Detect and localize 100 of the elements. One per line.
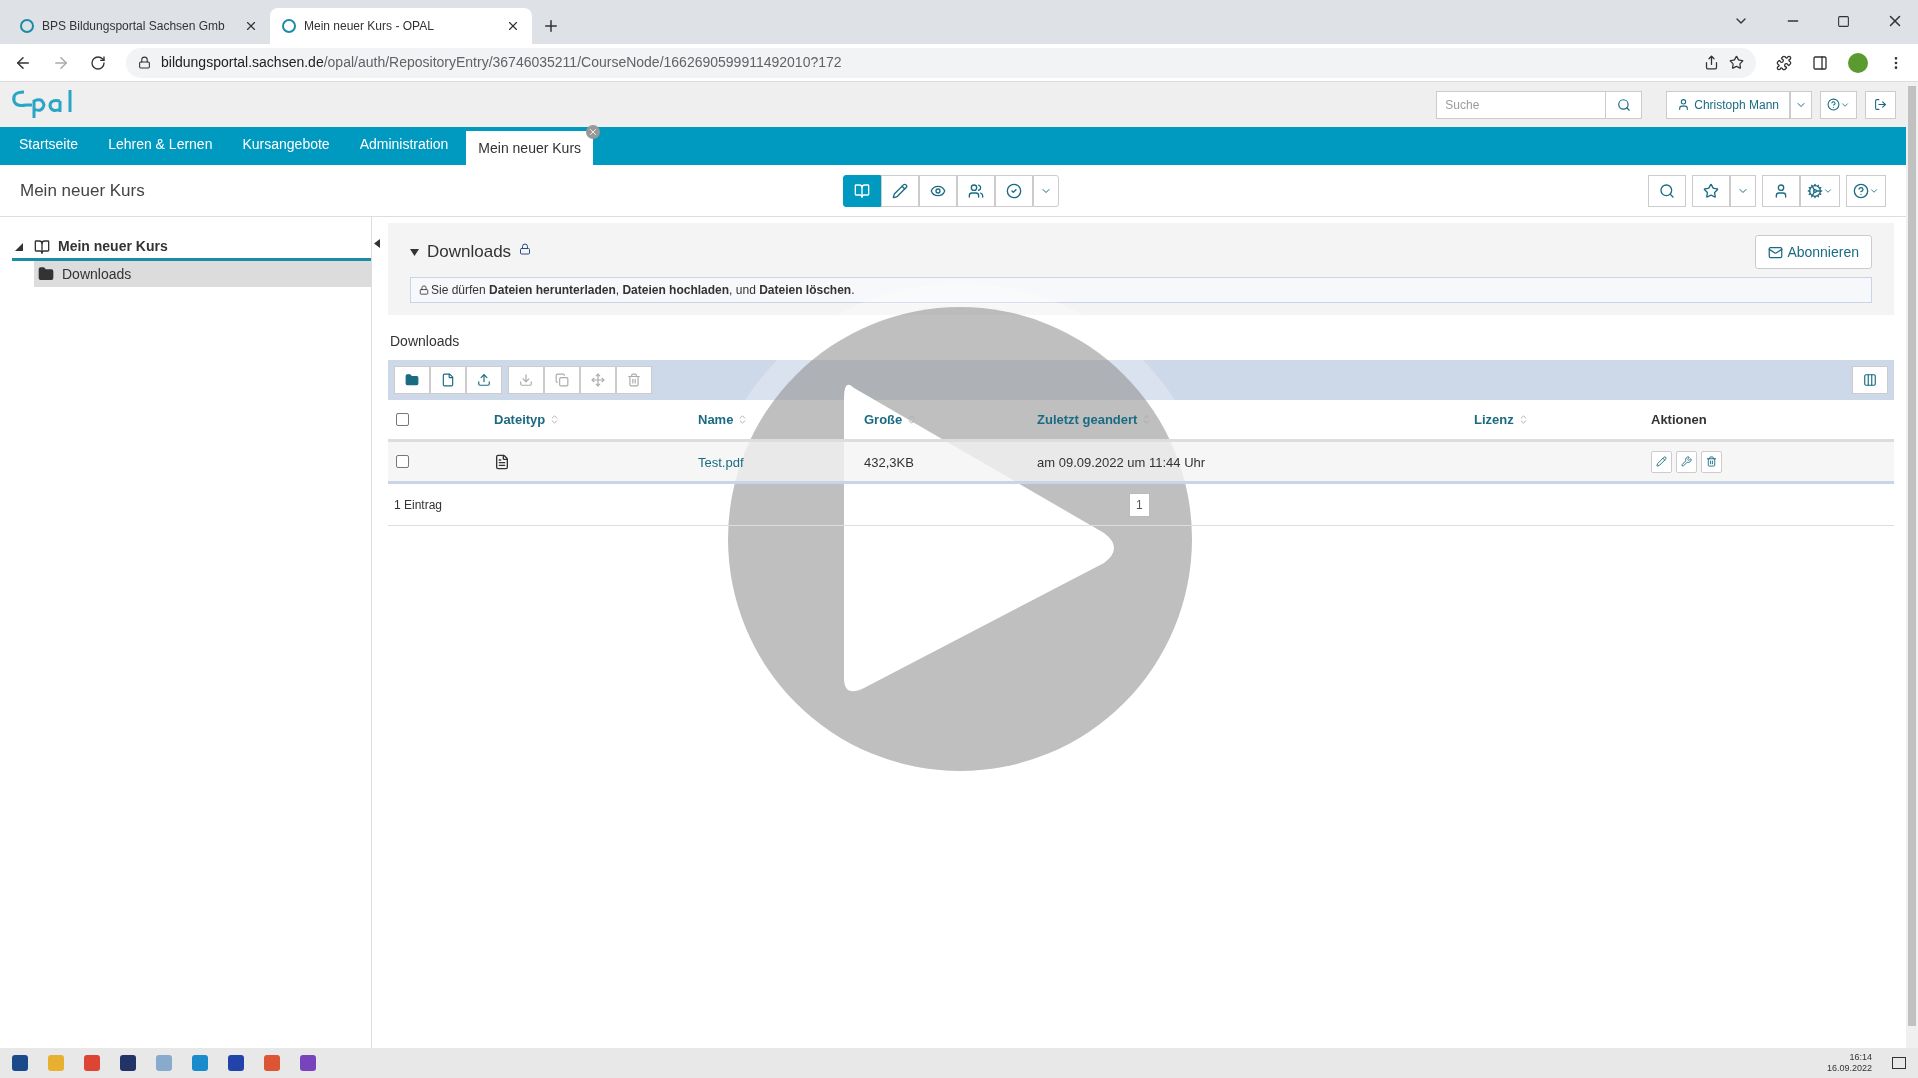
- site-icon: [20, 19, 34, 33]
- check-circle-icon: [1006, 182, 1022, 199]
- tab-title: BPS Bildungsportal Sachsen Gmb: [42, 18, 226, 35]
- mail-icon: [1768, 244, 1784, 260]
- preview-button[interactable]: [919, 174, 957, 207]
- entry-count: 1 Eintrag: [394, 496, 444, 514]
- upload-button[interactable]: [466, 366, 502, 394]
- permission-text: Sie dürfen Dateien herunterladen, Dateien hochladen, und Dateien löschen.: [431, 282, 855, 299]
- new-file-button[interactable]: [430, 366, 466, 394]
- file-size: 432,3KB: [864, 454, 914, 470]
- column-header[interactable]: Name: [698, 409, 734, 430]
- taskbar-app-icon[interactable]: [228, 1055, 244, 1071]
- settings-icon: [1807, 182, 1823, 199]
- section-title: Downloads: [390, 332, 460, 351]
- nav-tab[interactable]: Administration: [347, 127, 461, 161]
- search-button[interactable]: [1606, 90, 1643, 119]
- nav-tab[interactable]: Kursangebote: [230, 127, 342, 161]
- close-icon[interactable]: [506, 19, 520, 33]
- tree-item[interactable]: Mein neuer Kurs: [58, 236, 168, 257]
- site-icon: [282, 19, 296, 33]
- edit-button[interactable]: [881, 174, 919, 207]
- notifications-icon[interactable]: [1892, 1057, 1906, 1069]
- users-icon: [968, 182, 984, 199]
- lock-icon: [519, 243, 532, 255]
- modified-date: am 09.09.2022 um 11:44 Uhr: [1037, 454, 1206, 470]
- browser-tab[interactable]: Mein neuer Kurs - OPAL: [270, 8, 532, 44]
- user-menu-button[interactable]: Christoph Mann: [1666, 90, 1790, 119]
- column-header[interactable]: Zuletzt geandert: [1037, 409, 1138, 430]
- star-icon[interactable]: [1729, 55, 1744, 70]
- new-tab-icon[interactable]: [542, 17, 560, 35]
- edit-button[interactable]: [1651, 450, 1672, 473]
- address-field[interactable]: bildungsportal.sachsen.de/opal/auth/RepositoryEntry/36746035211/CourseNode/1662690599911492010?172: [126, 47, 1756, 78]
- nav-tab[interactable]: Mein neuer Kurs: [466, 131, 594, 165]
- folder-icon: [38, 266, 54, 282]
- column-header[interactable]: Dateityp: [494, 409, 546, 430]
- book-icon: [854, 182, 870, 199]
- browser-tab[interactable]: BPS Bildungsportal Sachsen Gmb: [8, 8, 270, 44]
- pencil-icon: [892, 182, 908, 199]
- copy-icon: [555, 373, 569, 387]
- column-header[interactable]: Große: [864, 409, 903, 430]
- node-title: Downloads: [427, 241, 512, 264]
- taskbar-app-icon[interactable]: [12, 1055, 28, 1071]
- help-icon: [1827, 98, 1840, 111]
- user-icon: [1773, 182, 1789, 199]
- user-icon: [1677, 98, 1691, 111]
- search-button[interactable]: [1648, 174, 1686, 207]
- assessment-button[interactable]: [995, 174, 1033, 207]
- new-folder-button[interactable]: [394, 366, 430, 394]
- collapse-handle-icon[interactable]: [374, 239, 380, 248]
- column-header: Aktionen: [1651, 410, 1707, 429]
- trash-icon: [1706, 456, 1717, 467]
- columns-icon: [1863, 373, 1877, 387]
- settings-button[interactable]: [1800, 174, 1840, 207]
- move-icon: [591, 373, 605, 387]
- members-button[interactable]: [957, 174, 995, 207]
- help-button[interactable]: [1820, 90, 1857, 119]
- maximize-icon[interactable]: [1837, 14, 1850, 28]
- clock-time: 16:14: [1849, 1052, 1872, 1063]
- select-all-checkbox[interactable]: [396, 413, 409, 426]
- close-tab-icon[interactable]: [586, 125, 601, 139]
- wrench-icon: [1681, 456, 1692, 467]
- taskbar-app-icon[interactable]: [120, 1055, 136, 1071]
- expand-toggle-icon[interactable]: [15, 242, 23, 251]
- user-settings-button[interactable]: [1762, 174, 1800, 207]
- columns-button[interactable]: [1852, 366, 1888, 394]
- pdf-file-icon: [494, 453, 510, 470]
- tree-item[interactable]: Downloads: [34, 261, 371, 287]
- nav-tab[interactable]: Lehren & Lernen: [96, 127, 225, 161]
- close-icon[interactable]: [244, 19, 258, 33]
- nav-tab[interactable]: Startseite: [7, 127, 91, 161]
- upload-icon: [477, 373, 491, 387]
- file-name-link[interactable]: Test.pdf: [698, 454, 744, 470]
- extensions-icon[interactable]: [1776, 54, 1792, 71]
- search-icon: [1616, 97, 1631, 112]
- lock-icon: [419, 285, 429, 295]
- book-icon: [34, 238, 50, 255]
- pencil-icon: [1656, 456, 1667, 467]
- help-button[interactable]: [1846, 174, 1886, 207]
- profile-avatar[interactable]: [1848, 52, 1868, 73]
- page-button[interactable]: 1: [1129, 492, 1150, 517]
- lock-icon: [138, 56, 151, 69]
- folder-icon: [405, 373, 419, 387]
- delete-button[interactable]: [1701, 450, 1722, 473]
- subscribe-button[interactable]: Abonnieren: [1755, 235, 1872, 269]
- metadata-button[interactable]: [1676, 450, 1697, 473]
- reload-icon[interactable]: [90, 54, 106, 71]
- star-icon: [1703, 182, 1719, 199]
- side-panel-icon[interactable]: [1812, 54, 1828, 71]
- view-button[interactable]: [843, 174, 881, 207]
- share-icon[interactable]: [1704, 55, 1719, 70]
- download-icon: [519, 373, 533, 387]
- logout-icon: [1874, 98, 1887, 111]
- expand-toggle-icon[interactable]: [410, 247, 419, 257]
- tab-title: Mein neuer Kurs - OPAL: [304, 18, 435, 35]
- search-field[interactable]: Suche: [1436, 90, 1607, 119]
- favorite-button[interactable]: [1692, 174, 1730, 207]
- url-text: bildungsportal.sachsen.de/opal/auth/RepositoryEntry/36746035211/CourseNode/1662690599911492010?172: [161, 53, 843, 72]
- row-checkbox[interactable]: [396, 455, 409, 468]
- logout-button[interactable]: [1865, 90, 1896, 119]
- column-header[interactable]: Lizenz: [1474, 409, 1514, 430]
